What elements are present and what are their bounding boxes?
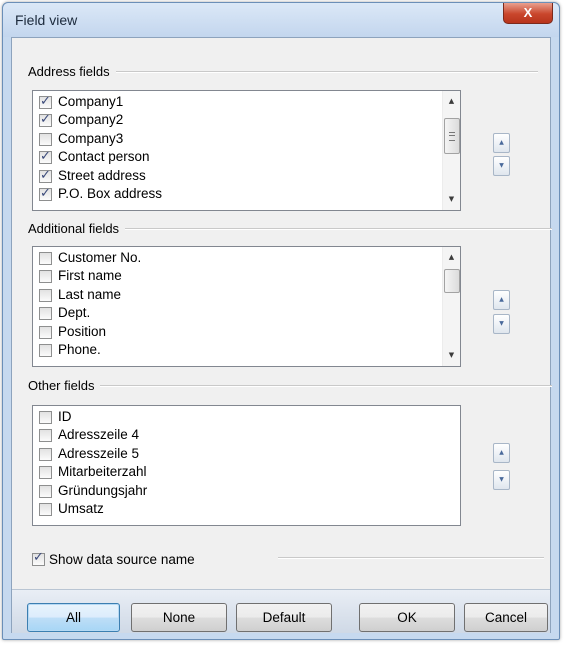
title-bar[interactable]: Field view X [3, 3, 559, 37]
list-item[interactable]: Phone. [37, 341, 460, 359]
address-fields-heading: Address fields [28, 64, 116, 79]
checkbox[interactable] [39, 466, 52, 480]
other-fields-heading: Other fields [28, 378, 101, 393]
item-label: ID [58, 409, 72, 424]
list-item[interactable]: Mitarbeiterzahl [37, 463, 460, 481]
list-item[interactable]: Company2 [37, 111, 460, 130]
item-label: Adresszeile 5 [58, 445, 140, 461]
additional-move-up-button[interactable]: ▲ [493, 290, 510, 310]
other-move-down-button[interactable]: ▼ [493, 470, 510, 490]
checkbox[interactable] [39, 447, 52, 461]
checkbox[interactable] [39, 93, 52, 111]
item-label: First name [58, 268, 122, 284]
address-move-up-button[interactable]: ▲ [493, 133, 510, 153]
item-label: Umsatz [58, 500, 104, 516]
list-item[interactable]: Company3 [37, 130, 460, 148]
checkbox[interactable] [39, 288, 52, 302]
item-label: Contact person [58, 149, 150, 165]
checkbox[interactable] [39, 502, 52, 516]
item-label: Adresszeile 4 [58, 427, 140, 443]
list-item[interactable]: Adresszeile 4 [37, 426, 460, 444]
scroll-down-arrow-icon[interactable]: ▼ [443, 191, 460, 208]
grip-icon [449, 132, 455, 141]
close-icon: X [523, 5, 533, 20]
field-view-dialog: Field view X Address fields Company1 Com… [2, 2, 560, 640]
checkbox[interactable] [39, 167, 52, 185]
dialog-title: Field view [15, 12, 78, 28]
show-data-source-divider [278, 557, 544, 559]
default-button[interactable]: Default [236, 603, 332, 632]
dialog-client-area: Address fields Company1 Company2 Company… [11, 37, 552, 633]
item-label: Gründungsjahr [58, 482, 148, 498]
other-move-up-button[interactable]: ▲ [493, 443, 510, 463]
list-item[interactable]: Contact person [37, 148, 460, 167]
scroll-thumb[interactable] [444, 118, 460, 154]
checkbox[interactable] [39, 111, 52, 130]
scroll-up-arrow-icon[interactable]: ▲ [443, 249, 460, 266]
address-move-down-button[interactable]: ▼ [493, 156, 510, 176]
list-item[interactable]: P.O. Box address [37, 185, 460, 203]
additional-scrollbar[interactable]: ▲ ▼ [442, 247, 460, 366]
additional-move-down-button[interactable]: ▼ [493, 314, 510, 334]
ok-button[interactable]: OK [359, 603, 455, 632]
checkbox[interactable] [39, 325, 52, 339]
checkbox[interactable] [39, 484, 52, 498]
checkbox[interactable] [39, 148, 52, 167]
item-label: Street address [58, 167, 146, 183]
checkbox[interactable] [39, 252, 52, 265]
item-label: Last name [58, 286, 122, 302]
list-item[interactable]: Customer No. [37, 249, 460, 267]
item-label: Company1 [58, 94, 124, 109]
item-label: P.O. Box address [58, 185, 163, 201]
list-item[interactable]: Dept. [37, 304, 460, 322]
show-data-source-checkbox[interactable] [32, 550, 45, 566]
list-item[interactable]: Gründungsjahr [37, 482, 460, 500]
list-item[interactable]: First name [37, 267, 460, 285]
list-item[interactable]: Adresszeile 5 [37, 445, 460, 463]
list-item[interactable]: ID [37, 408, 460, 426]
other-group-divider [28, 385, 552, 387]
other-fields-items: ID Adresszeile 4 Adresszeile 5 Mitarbeit… [37, 408, 460, 518]
item-label: Company2 [58, 112, 124, 128]
item-label: Company3 [58, 130, 124, 146]
list-item[interactable]: Last name [37, 286, 460, 304]
checkbox[interactable] [39, 411, 52, 424]
additional-fields-items: Customer No. First name Last name Dept. … [37, 249, 460, 359]
checkbox[interactable] [39, 307, 52, 321]
checkbox[interactable] [39, 343, 52, 357]
item-label: Customer No. [58, 250, 142, 265]
list-item[interactable]: Umsatz [37, 500, 460, 518]
checkbox[interactable] [39, 270, 52, 284]
scroll-thumb[interactable] [444, 269, 460, 293]
list-item[interactable]: Company1 [37, 93, 460, 111]
item-label: Mitarbeiterzahl [58, 464, 147, 480]
checkbox[interactable] [39, 132, 52, 146]
other-fields-list[interactable]: ID Adresszeile 4 Adresszeile 5 Mitarbeit… [32, 405, 461, 526]
list-item[interactable]: Position [37, 323, 460, 341]
show-data-source-label: Show data source name [49, 552, 195, 567]
checkbox[interactable] [39, 185, 52, 203]
close-button[interactable]: X [503, 3, 553, 24]
scroll-up-arrow-icon[interactable]: ▲ [443, 93, 460, 110]
address-scrollbar[interactable]: ▲ ▼ [442, 91, 460, 210]
cancel-button[interactable]: Cancel [464, 603, 548, 632]
item-label: Phone. [58, 341, 101, 357]
address-fields-list[interactable]: Company1 Company2 Company3 Contact perso… [32, 90, 461, 211]
address-fields-items: Company1 Company2 Company3 Contact perso… [37, 93, 460, 203]
scroll-down-arrow-icon[interactable]: ▼ [443, 347, 460, 364]
all-button[interactable]: All [27, 603, 120, 632]
item-label: Dept. [58, 305, 91, 321]
list-item[interactable]: Street address [37, 167, 460, 185]
none-button[interactable]: None [131, 603, 227, 632]
button-bar: All None Default OK Cancel [12, 589, 550, 633]
additional-fields-list[interactable]: Customer No. First name Last name Dept. … [32, 246, 461, 367]
checkbox[interactable] [39, 429, 52, 443]
item-label: Position [58, 323, 107, 339]
additional-fields-heading: Additional fields [28, 221, 126, 236]
